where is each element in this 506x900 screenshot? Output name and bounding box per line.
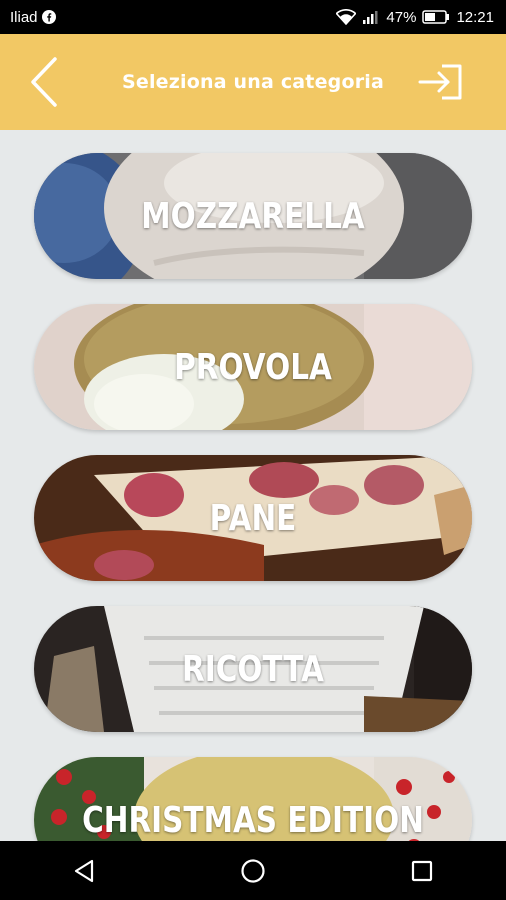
status-right: 47% 12:21 xyxy=(336,9,506,26)
wifi-icon xyxy=(336,9,357,25)
system-nav-bar xyxy=(0,841,506,900)
battery-icon xyxy=(422,10,450,24)
recents-square-icon xyxy=(411,860,432,881)
app-header: Seleziona una categoria xyxy=(0,34,506,130)
category-label: PANE xyxy=(209,497,297,539)
category-ricotta[interactable]: RICOTTA xyxy=(34,606,472,732)
category-provola[interactable]: PROVOLA xyxy=(34,304,472,430)
status-bar: Iliad 47% 12:21 xyxy=(0,0,506,34)
nav-back-button[interactable] xyxy=(54,841,114,900)
category-pane[interactable]: PANE xyxy=(34,455,472,581)
category-label: PROVOLA xyxy=(174,346,332,388)
logout-icon xyxy=(418,64,462,100)
nav-recents-button[interactable] xyxy=(392,841,452,900)
signal-icon xyxy=(362,9,380,25)
chevron-left-icon xyxy=(31,57,57,107)
home-circle-icon xyxy=(241,858,265,883)
logout-button[interactable] xyxy=(416,62,466,102)
clock: 12:21 xyxy=(456,8,494,26)
nav-home-button[interactable] xyxy=(223,841,283,900)
category-label: RICOTTA xyxy=(182,648,324,690)
page-title: Seleziona una categoria xyxy=(121,71,385,93)
category-label: MOZZARELLA xyxy=(141,195,365,237)
category-mozzarella[interactable]: MOZZARELLA xyxy=(34,153,472,279)
category-label: CHRISTMAS EDITION xyxy=(82,799,424,841)
facebook-icon xyxy=(41,10,56,24)
category-list: MOZZARELLA PROVOLA PANE RICOTTA CHRISTMA… xyxy=(0,130,506,841)
back-button[interactable] xyxy=(24,54,64,110)
category-christmas-edition[interactable]: CHRISTMAS EDITION xyxy=(34,757,472,841)
battery-percent: 47% xyxy=(386,8,417,26)
carrier-name: Iliad xyxy=(10,8,38,26)
back-triangle-icon xyxy=(75,859,94,882)
status-left: Iliad xyxy=(0,9,56,26)
